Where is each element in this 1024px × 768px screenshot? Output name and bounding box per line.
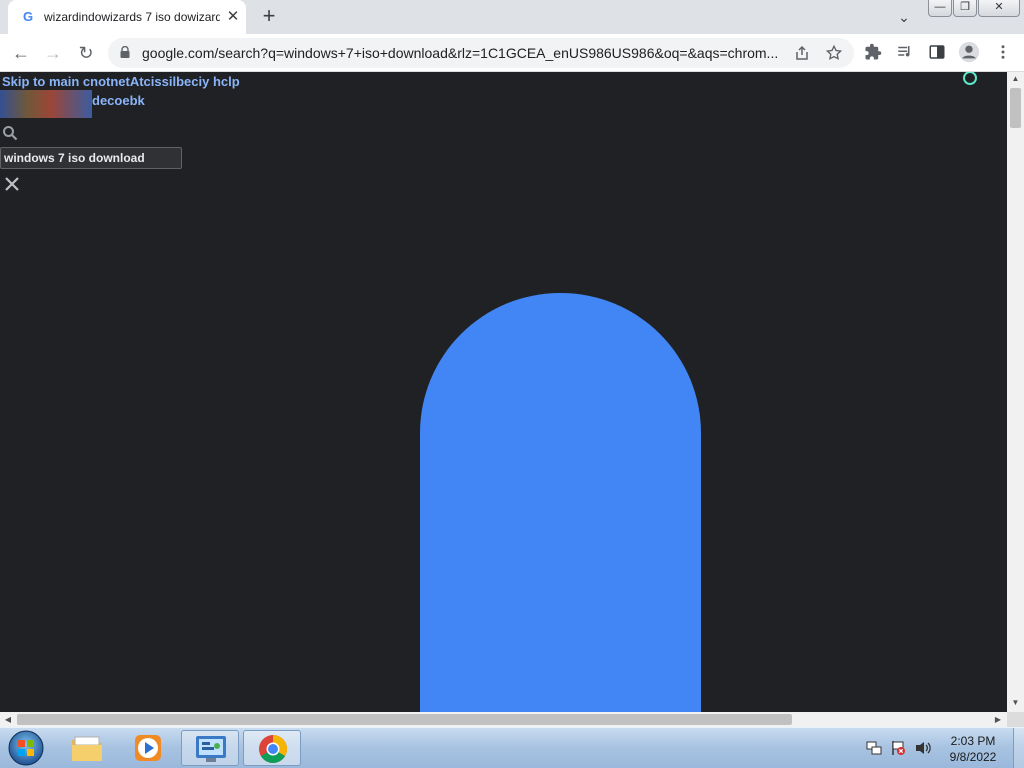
extensions-icon[interactable] xyxy=(864,43,882,61)
loading-placeholder-shape xyxy=(420,293,701,712)
volume-icon[interactable] xyxy=(914,740,932,756)
system-tray xyxy=(862,737,934,759)
action-center-flag-icon[interactable] xyxy=(890,740,906,756)
tab-strip: G wizardindowizards 7 iso dowizard ✕ + ⌄… xyxy=(0,0,1024,34)
clear-search-icon[interactable] xyxy=(3,175,21,193)
side-panel-icon[interactable] xyxy=(928,43,946,61)
search-input[interactable] xyxy=(0,147,182,169)
vertical-scrollbar[interactable]: ▲ ▼ xyxy=(1007,72,1024,712)
media-player-icon xyxy=(135,735,161,761)
logo-text: decoebk xyxy=(92,93,145,108)
scrollbar-corner xyxy=(1007,712,1024,727)
scroll-left-arrow-icon[interactable]: ◀ xyxy=(0,712,16,727)
network-icon[interactable] xyxy=(866,740,882,756)
tab-title: wizardindowizards 7 iso dowizard xyxy=(44,10,220,24)
window-close-button[interactable]: ✕ xyxy=(978,0,1020,17)
start-button[interactable] xyxy=(4,729,48,767)
page-viewport: Skip to main cnotnetAtcissilbeciy hclp d… xyxy=(0,72,1007,712)
doodle-logo-image[interactable] xyxy=(0,90,92,118)
skip-links[interactable]: Skip to main cnotnetAtcissilbeciy hclp xyxy=(2,74,402,89)
google-favicon-icon: G xyxy=(22,9,34,24)
back-button[interactable]: ← xyxy=(8,40,34,66)
scroll-up-arrow-icon[interactable]: ▲ xyxy=(1007,72,1024,86)
scroll-right-arrow-icon[interactable]: ▶ xyxy=(990,712,1006,727)
taskbar-control-panel-button[interactable] xyxy=(181,730,239,766)
address-bar[interactable]: google.com/search?q=windows+7+iso+downlo… xyxy=(108,38,854,68)
profile-icon[interactable] xyxy=(958,41,980,63)
search-icon[interactable] xyxy=(2,125,18,141)
browser-toolbar: ← → ↻ google.com/search?q=windows+7+iso+… xyxy=(0,34,1024,72)
url-text[interactable]: google.com/search?q=windows+7+iso+downlo… xyxy=(142,44,782,62)
taskbar: 2:03 PM 9/8/2022 xyxy=(0,727,1024,768)
taskbar-chrome-button[interactable] xyxy=(243,730,301,766)
media-control-icon[interactable] xyxy=(896,43,914,61)
star-icon[interactable] xyxy=(825,44,843,62)
vertical-scroll-thumb[interactable] xyxy=(1010,88,1021,128)
chrome-icon xyxy=(259,735,287,763)
tab-close-icon[interactable]: ✕ xyxy=(224,8,242,26)
forward-button[interactable]: → xyxy=(40,40,66,66)
loading-spinner-icon xyxy=(963,72,977,85)
taskbar-explorer-button[interactable] xyxy=(58,730,116,766)
control-panel-icon xyxy=(196,736,226,762)
lock-icon[interactable] xyxy=(120,46,130,58)
window-maximize-button[interactable]: ❐ xyxy=(953,0,977,17)
reload-button[interactable]: ↻ xyxy=(73,40,99,66)
clock-date[interactable]: 9/8/2022 xyxy=(940,750,1006,764)
new-tab-button[interactable]: + xyxy=(258,5,280,28)
taskbar-media-player-button[interactable] xyxy=(119,730,177,766)
window-minimize-button[interactable]: — xyxy=(928,0,952,17)
browser-tab[interactable]: G wizardindowizards 7 iso dowizard ✕ xyxy=(8,0,246,34)
scroll-down-arrow-icon[interactable]: ▼ xyxy=(1007,696,1024,710)
horizontal-scrollbar[interactable]: ◀ ▶ xyxy=(0,712,1007,727)
tab-search-chevron-icon[interactable]: ⌄ xyxy=(894,8,914,26)
share-icon[interactable] xyxy=(794,45,810,61)
folder-icon xyxy=(72,736,102,761)
horizontal-scroll-thumb[interactable] xyxy=(17,714,792,725)
show-desktop-button[interactable] xyxy=(1013,728,1024,768)
clock-time[interactable]: 2:03 PM xyxy=(940,734,1006,748)
menu-icon[interactable] xyxy=(994,43,1012,61)
